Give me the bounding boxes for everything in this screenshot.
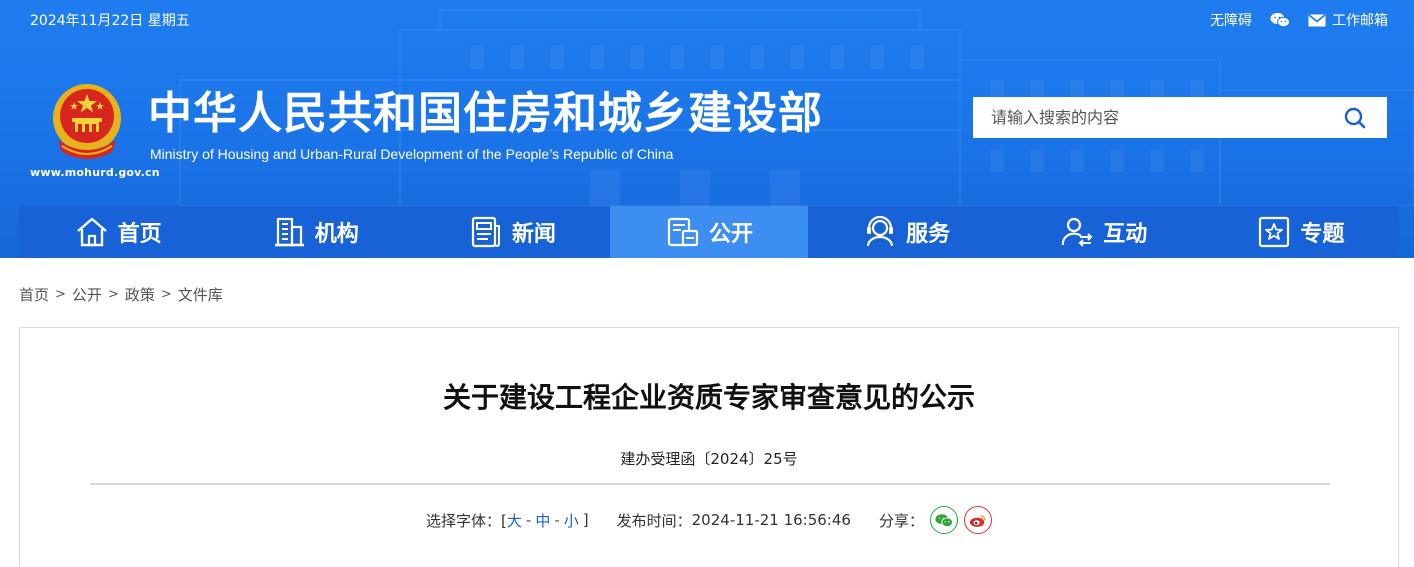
nav-item-disclosure[interactable]: 公开 — [610, 206, 808, 258]
breadcrumb: 首页 > 公开 > 政策 > 文件库 — [19, 284, 223, 305]
search-box — [973, 97, 1387, 138]
news-icon — [471, 216, 500, 248]
font-size-large-button[interactable]: 大 — [507, 510, 522, 531]
font-size-close-bracket: ] — [582, 511, 589, 529]
breadcrumb-separator: > — [107, 287, 119, 302]
weibo-icon — [969, 514, 986, 527]
nav-item-home[interactable]: 首页 — [19, 206, 216, 258]
nav-item-topics[interactable]: 专题 — [1202, 206, 1399, 258]
nav-item-label: 公开 — [708, 222, 753, 247]
nav-item-label: 首页 — [117, 222, 162, 247]
search-icon[interactable] — [1343, 106, 1367, 130]
search-input[interactable] — [973, 98, 1313, 137]
publish-time-label: 发布时间： — [616, 511, 692, 530]
wechat-icon — [935, 513, 953, 527]
accessibility-label: 无障碍 — [1210, 13, 1252, 29]
current-date: 2024年11月22日 星期五 — [30, 13, 190, 29]
topic-icon — [1259, 216, 1290, 248]
publish-info: 发布时间： 2024-11-21 16:56:46 — [617, 510, 851, 531]
article-panel: 关于建设工程企业资质专家审查意见的公示 建办受理函〔2024〕25号 选择字体：… — [19, 327, 1399, 567]
divider — [90, 483, 1330, 485]
nav-item-interaction[interactable]: 互动 — [1005, 206, 1202, 258]
work-mailbox-label: 工作邮箱 — [1332, 13, 1388, 29]
work-mailbox-link[interactable]: 工作邮箱 — [1308, 10, 1388, 30]
main-nav: 首页 机构 新闻 公开 服务 互动 专题 — [19, 206, 1399, 258]
site-title: 中华人民共和国住房和城乡建设部 — [148, 88, 823, 139]
site-header: 2024年11月22日 星期五 无障碍 工作邮箱 www.mohurd.gov.… — [0, 0, 1414, 258]
breadcrumb-separator: > — [160, 287, 172, 302]
font-size-label: 选择字体：[ — [426, 511, 507, 530]
publish-time: 2024-11-21 16:56:46 — [691, 511, 851, 529]
breadcrumb-document-library[interactable]: 文件库 — [178, 284, 223, 305]
font-size-medium-button[interactable]: 中 — [535, 510, 550, 531]
topbar-links: 无障碍 工作邮箱 — [1210, 10, 1388, 30]
article-title: 关于建设工程企业资质专家审查意见的公示 — [442, 381, 975, 414]
nav-item-label: 互动 — [1103, 222, 1148, 247]
nav-item-label: 服务 — [906, 222, 951, 247]
nav-item-label: 专题 — [1300, 222, 1345, 247]
breadcrumb-separator: > — [55, 287, 66, 302]
share-group: 分享： — [879, 506, 992, 534]
share-wechat-button[interactable] — [929, 506, 958, 534]
accessibility-link[interactable]: 无障碍 — [1210, 10, 1252, 30]
home-icon — [76, 217, 107, 247]
font-size-small-button[interactable]: 小 — [564, 510, 579, 531]
article-meta: 选择字体：[ 大 - 中 - 小 ] 发布时间： 2024-11-21 16:5… — [20, 506, 1398, 534]
national-emblem-logo[interactable] — [46, 80, 128, 166]
nav-item-label: 机构 — [314, 222, 359, 247]
wechat-link[interactable] — [1270, 12, 1290, 28]
building-icon — [274, 217, 304, 247]
breadcrumb-home[interactable]: 首页 — [19, 284, 49, 305]
service-icon — [867, 215, 894, 247]
font-size-selector: 选择字体：[ 大 - 中 - 小 ] — [426, 510, 589, 531]
nav-item-service[interactable]: 服务 — [808, 206, 1005, 258]
nav-item-label: 新闻 — [511, 222, 556, 247]
font-size-separator: - — [525, 511, 532, 529]
site-title-english: Ministry of Housing and Urban-Rural Deve… — [150, 146, 674, 162]
breadcrumb-policy[interactable]: 政策 — [125, 284, 155, 305]
breadcrumb-disclosure[interactable]: 公开 — [72, 284, 102, 305]
nav-item-news[interactable]: 新闻 — [413, 206, 610, 258]
site-domain: www.mohurd.gov.cn — [30, 166, 160, 179]
font-size-separator: - — [554, 511, 560, 529]
interaction-icon — [1062, 217, 1093, 247]
nav-item-organization[interactable]: 机构 — [216, 206, 413, 258]
share-label: 分享： — [878, 511, 924, 530]
wechat-icon — [1270, 13, 1290, 28]
share-weibo-button[interactable] — [963, 506, 992, 534]
disclosure-icon — [667, 217, 699, 247]
mail-icon — [1308, 13, 1326, 26]
document-number: 建办受理函〔2024〕25号 — [620, 450, 798, 468]
